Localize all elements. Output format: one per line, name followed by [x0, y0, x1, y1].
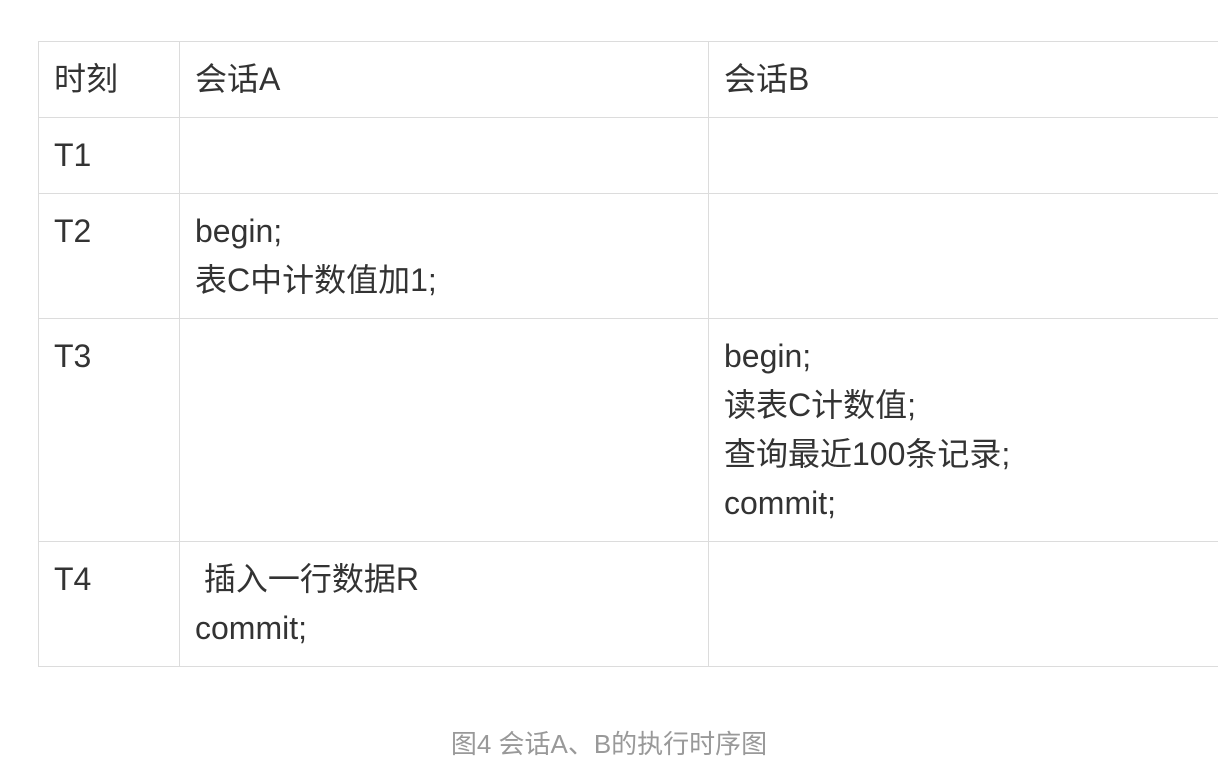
header-session-a: 会话A: [180, 42, 709, 118]
time-cell: T1: [39, 118, 180, 194]
session-b-cell: [709, 194, 1218, 319]
time-cell: T4: [39, 542, 180, 667]
figure-caption: 图4 会话A、B的执行时序图: [0, 724, 1218, 764]
statement-line: 读表C计数值;: [724, 381, 1218, 430]
timeline-table: 时刻 会话A 会话B T1 T2 begin; 表C中计数值加1; T3 beg…: [38, 41, 1218, 667]
statement-line: begin;: [724, 332, 1218, 381]
statement-line: commit;: [195, 604, 693, 653]
session-a-cell: [180, 319, 709, 542]
session-b-cell: [709, 542, 1218, 667]
header-session-b: 会话B: [709, 42, 1218, 118]
session-b-cell: [709, 118, 1218, 194]
table-header-row: 时刻 会话A 会话B: [39, 42, 1218, 118]
statement-line: 查询最近100条记录;: [724, 430, 1218, 479]
session-a-cell: 插入一行数据R commit;: [180, 542, 709, 667]
statement-line: 插入一行数据R: [195, 555, 693, 604]
session-a-cell: begin; 表C中计数值加1;: [180, 194, 709, 319]
table-row: T4 插入一行数据R commit;: [39, 542, 1218, 667]
time-cell: T3: [39, 319, 180, 542]
table-row: T1: [39, 118, 1218, 194]
time-cell: T2: [39, 194, 180, 319]
session-a-cell: [180, 118, 709, 194]
header-time: 时刻: [39, 42, 180, 118]
statement-line: begin;: [195, 207, 693, 256]
session-b-cell: begin; 读表C计数值; 查询最近100条记录; commit;: [709, 319, 1218, 542]
statement-line: commit;: [724, 479, 1218, 528]
table-row: T3 begin; 读表C计数值; 查询最近100条记录; commit;: [39, 319, 1218, 542]
statement-line: 表C中计数值加1;: [195, 256, 693, 305]
table-row: T2 begin; 表C中计数值加1;: [39, 194, 1218, 319]
